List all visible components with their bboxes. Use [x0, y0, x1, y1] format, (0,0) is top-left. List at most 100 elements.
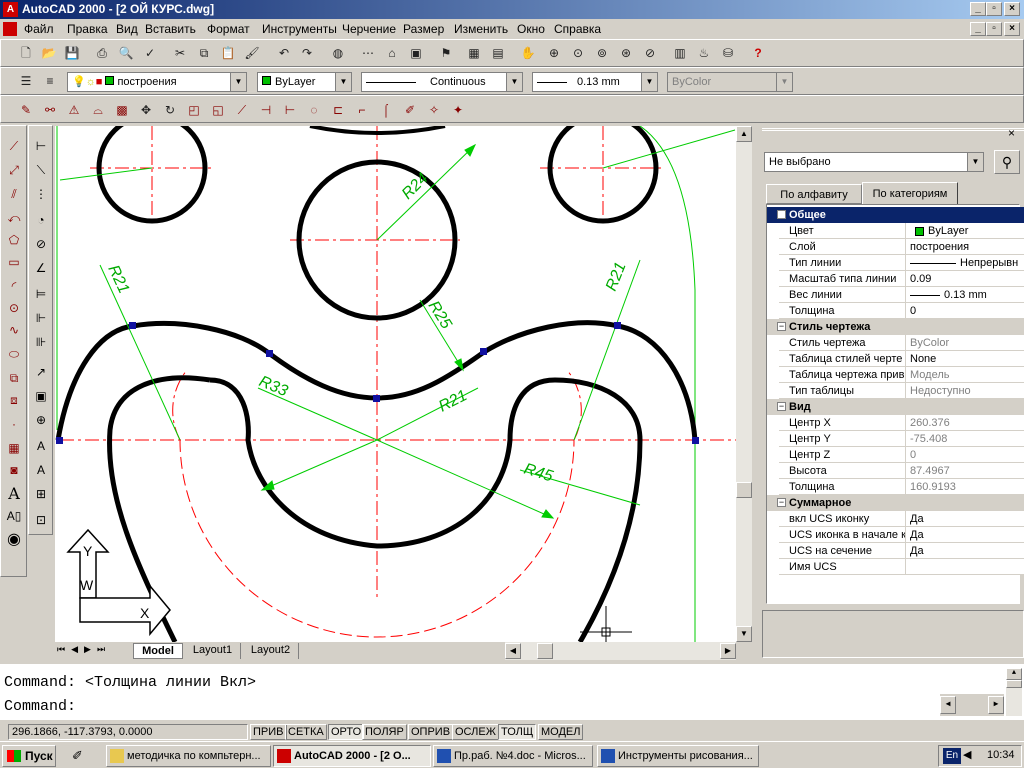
- scroll-right-icon[interactable]: ▶: [720, 643, 736, 659]
- new-icon[interactable]: 🗋: [17, 44, 35, 62]
- property-row[interactable]: Центр Y -75.408: [779, 431, 1024, 447]
- task-drawing-tools[interactable]: Инструменты рисования...: [597, 745, 759, 767]
- copy-icon[interactable]: ⧉: [195, 44, 213, 62]
- status-toggle-4[interactable]: ОПРИВ: [408, 724, 454, 740]
- image-icon[interactable]: ▤: [489, 44, 507, 62]
- paste-icon[interactable]: 📋: [219, 44, 237, 62]
- maximize-button[interactable]: ▫: [986, 2, 1002, 16]
- ordinate-dim-icon[interactable]: ⋮: [30, 184, 52, 204]
- property-row[interactable]: Вес линии 0.13 mm: [779, 287, 1024, 303]
- hyperlink-icon[interactable]: ⚑: [437, 44, 455, 62]
- chevron-down-icon[interactable]: ▼: [506, 73, 522, 91]
- mirror-icon[interactable]: ⚠: [65, 101, 83, 119]
- region-icon[interactable]: ◙: [3, 460, 25, 480]
- arc-icon[interactable]: ◜: [3, 276, 25, 296]
- spell-icon[interactable]: ✓: [141, 44, 159, 62]
- aligned-dim-icon[interactable]: ⟍: [30, 160, 52, 180]
- property-value[interactable]: 260.376: [910, 415, 1024, 431]
- command-scrollbar[interactable]: ▲: [1006, 668, 1022, 716]
- zoom-realtime-icon[interactable]: ⊕: [545, 44, 563, 62]
- doc-restore-button[interactable]: ▫: [986, 22, 1002, 36]
- selection-combo[interactable]: Не выбрано ▼: [764, 152, 984, 172]
- help-icon[interactable]: ?: [749, 44, 767, 62]
- collapse-icon[interactable]: −: [777, 210, 786, 219]
- undo-icon[interactable]: ↶: [275, 44, 293, 62]
- status-toggle-7[interactable]: МОДЕЛ: [538, 724, 584, 740]
- dimtedit-icon[interactable]: A: [30, 460, 52, 480]
- property-value[interactable]: Модель: [910, 367, 1024, 383]
- linetype-combo[interactable]: Continuous ▼: [361, 72, 523, 92]
- trim-icon[interactable]: ⊣: [257, 101, 275, 119]
- layers-icon[interactable]: ☰: [17, 72, 35, 90]
- insert-icon[interactable]: ⌂: [383, 44, 401, 62]
- move-icon[interactable]: ✥: [137, 101, 155, 119]
- pan-icon[interactable]: ✋: [519, 44, 537, 62]
- snap-icon[interactable]: ⋯: [359, 44, 377, 62]
- property-value[interactable]: 87.4967: [910, 463, 1024, 479]
- collapse-icon[interactable]: −: [777, 402, 786, 411]
- property-row[interactable]: UCS иконка в начале к Да: [779, 527, 1024, 543]
- start-button[interactable]: Пуск: [2, 745, 56, 767]
- property-row[interactable]: Масштаб типа линии 0.09: [779, 271, 1024, 287]
- property-value[interactable]: ByLayer: [915, 223, 1024, 239]
- category-plotstyle[interactable]: − Стиль чертежа: [767, 319, 1024, 335]
- property-row[interactable]: Центр X 260.376: [779, 415, 1024, 431]
- construction-line-icon[interactable]: ⤢: [3, 160, 25, 180]
- task-word-doc[interactable]: Пр.раб. №4.doc - Micros...: [433, 745, 593, 767]
- break-icon[interactable]: ◌: [305, 101, 323, 119]
- document-icon[interactable]: [3, 22, 17, 36]
- status-toggle-5[interactable]: ОСЛЕЖ: [452, 724, 499, 740]
- menu-edit[interactable]: Правка: [67, 22, 108, 36]
- tab-nav-arrows[interactable]: ⏮◀▶⏭: [57, 644, 111, 655]
- chevron-down-icon[interactable]: ▼: [335, 73, 351, 91]
- text-icon[interactable]: A: [3, 484, 25, 504]
- zoom-previous-icon[interactable]: ⊚: [593, 44, 611, 62]
- tab-model[interactable]: Model: [133, 643, 183, 659]
- multiline-icon[interactable]: ⫽: [3, 184, 25, 204]
- minimize-button[interactable]: _: [970, 2, 986, 16]
- property-row[interactable]: Слой построения: [779, 239, 1024, 255]
- layer-combo[interactable]: 💡☼■ построения ▼: [67, 72, 247, 92]
- autocad-app-icon[interactable]: A: [3, 2, 18, 17]
- rectangle-icon[interactable]: ▭: [3, 252, 25, 272]
- desktop-icon[interactable]: ✐: [72, 748, 88, 764]
- property-value[interactable]: 0: [910, 447, 1024, 463]
- tab-alphabetic[interactable]: По алфавиту: [766, 184, 862, 204]
- coordinates-display[interactable]: 296.1866, -117.3793, 0.0000: [8, 724, 248, 740]
- copy-object-icon[interactable]: ⚯: [41, 101, 59, 119]
- task-autocad[interactable]: AutoCAD 2000 - [2 О...: [273, 745, 431, 767]
- property-row[interactable]: Центр Z0: [779, 447, 1024, 463]
- dim-style-icon[interactable]: ⊡: [30, 510, 52, 530]
- status-toggle-6[interactable]: ТОЛЩ: [498, 724, 537, 740]
- save-icon[interactable]: 💾: [63, 44, 81, 62]
- category-misc[interactable]: − Суммарное: [767, 495, 1024, 511]
- offset-icon[interactable]: ⌓: [89, 101, 107, 119]
- property-value[interactable]: построения: [910, 239, 1024, 255]
- cut-icon[interactable]: ✂: [171, 44, 189, 62]
- polygon-icon[interactable]: ⬠: [3, 230, 25, 250]
- doc-close-button[interactable]: ×: [1004, 22, 1020, 36]
- design-center-icon[interactable]: ♨: [695, 44, 713, 62]
- property-value[interactable]: Недоступно: [910, 383, 1024, 399]
- join-icon[interactable]: ✧: [425, 101, 443, 119]
- xref-icon[interactable]: ▦: [465, 44, 483, 62]
- fillet-icon[interactable]: ⌠: [377, 101, 395, 119]
- property-value[interactable]: -75.408: [910, 431, 1024, 447]
- property-row[interactable]: Имя UCS: [779, 559, 1024, 575]
- scroll-up-icon[interactable]: ▲: [736, 126, 752, 142]
- center-mark-icon[interactable]: ⊕: [30, 410, 52, 430]
- leader-icon[interactable]: ↗: [30, 362, 52, 382]
- property-row[interactable]: Таблица стилей черте None: [779, 351, 1024, 367]
- menu-view[interactable]: Вид: [116, 22, 138, 36]
- property-row[interactable]: Тип таблицы Недоступно: [779, 383, 1024, 399]
- property-value[interactable]: 0: [910, 303, 1024, 319]
- command-scroll-thumb[interactable]: [1006, 680, 1022, 688]
- clock[interactable]: 10:34: [987, 749, 1015, 761]
- horizontal-scroll-thumb[interactable]: [537, 643, 553, 659]
- scroll-left-icon[interactable]: ◀: [940, 696, 956, 714]
- property-value[interactable]: 0.13 mm: [910, 287, 1024, 303]
- property-value[interactable]: 0.09: [910, 271, 1024, 287]
- open-icon[interactable]: 📂: [40, 44, 58, 62]
- stretch-icon[interactable]: ◱: [209, 101, 227, 119]
- property-row[interactable]: вкл UCS иконку Да: [779, 511, 1024, 527]
